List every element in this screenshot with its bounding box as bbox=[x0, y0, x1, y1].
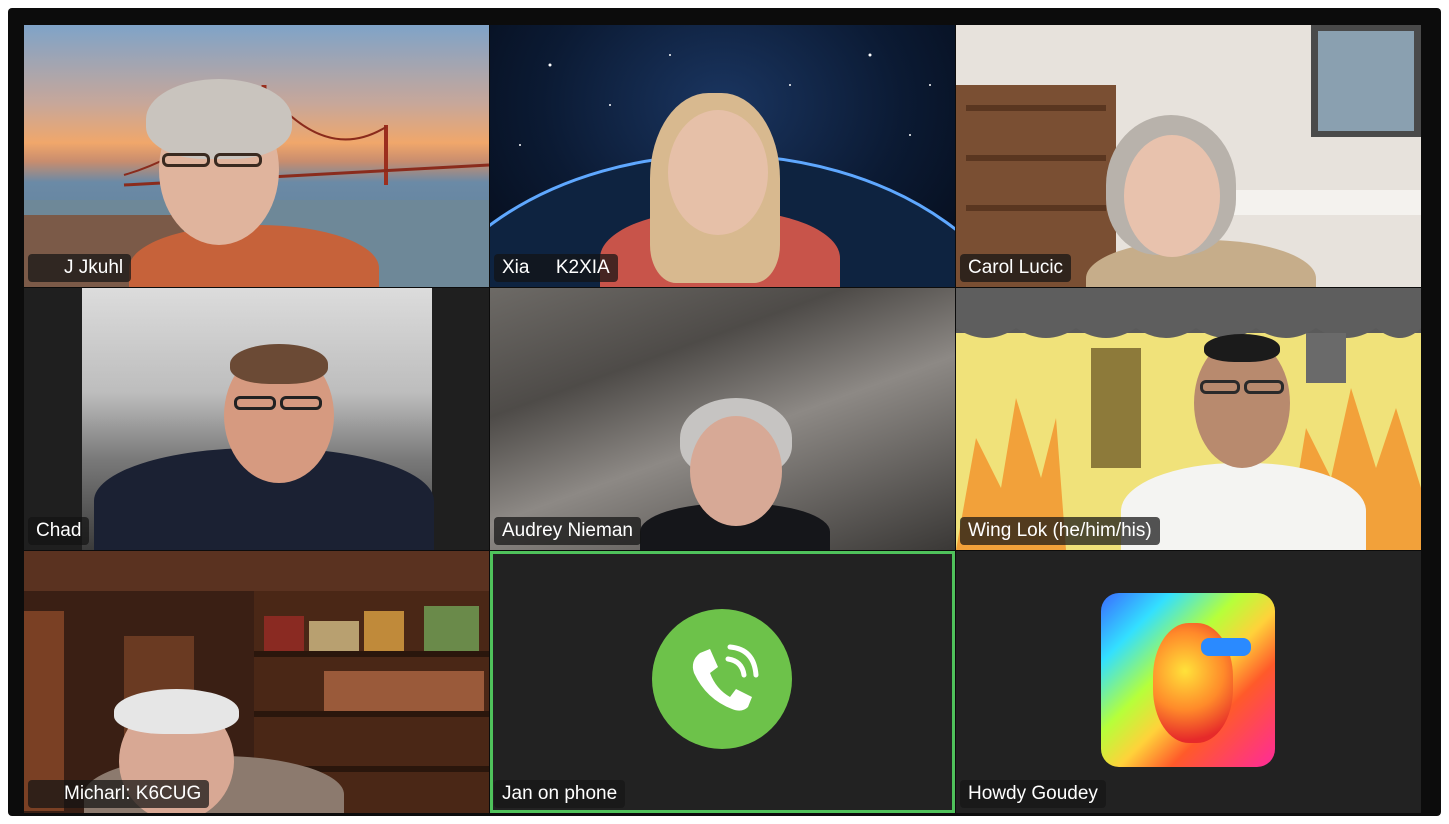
participant-name: Jan on phone bbox=[502, 783, 618, 804]
participant-name: Micharl: K6CUG bbox=[64, 783, 202, 804]
participant-nameplate: Carol Lucic bbox=[960, 254, 1072, 282]
participant-tile-chad[interactable]: Chad bbox=[24, 288, 489, 550]
participant-tile-micharl[interactable]: Micharl: K6CUG bbox=[24, 551, 489, 813]
thermal-portrait-avatar bbox=[1101, 593, 1275, 767]
participant-name: Howdy Goudey bbox=[968, 783, 1098, 804]
participant-nameplate: J Jkuhl bbox=[28, 254, 132, 282]
participant-nameplate: Micharl: K6CUG bbox=[28, 780, 210, 808]
participant-tile-jan-on-phone[interactable]: Jan on phone bbox=[490, 551, 955, 813]
participant-tile-wing-lok[interactable]: Wing Lok (he/him/his) bbox=[956, 288, 1421, 550]
video-gallery: J Jkuhl Xia K2XIA Carol Lucic Chad Audre… bbox=[24, 25, 1421, 813]
video-feed bbox=[956, 288, 1421, 550]
participant-name: J Jkuhl bbox=[64, 257, 124, 278]
video-feed bbox=[24, 288, 489, 550]
participant-name: Xia K2XIA bbox=[502, 257, 610, 278]
participant-tile-howdy-goudey[interactable]: Howdy Goudey bbox=[956, 551, 1421, 813]
video-feed bbox=[490, 288, 955, 550]
video-feed bbox=[24, 25, 489, 287]
participant-tile-xia[interactable]: Xia K2XIA bbox=[490, 25, 955, 287]
participant-nameplate: Audrey Nieman bbox=[494, 517, 641, 545]
participant-name: Chad bbox=[36, 520, 82, 541]
participant-nameplate: Xia K2XIA bbox=[494, 254, 618, 282]
participant-nameplate: Howdy Goudey bbox=[960, 780, 1106, 808]
participant-nameplate: Wing Lok (he/him/his) bbox=[960, 517, 1160, 545]
video-feed bbox=[956, 25, 1421, 287]
participant-tile-carol-lucic[interactable]: Carol Lucic bbox=[956, 25, 1421, 287]
participant-tile-j-jkuhl[interactable]: J Jkuhl bbox=[24, 25, 489, 287]
participant-name: Carol Lucic bbox=[968, 257, 1064, 278]
video-feed bbox=[490, 25, 955, 287]
participant-nameplate: Chad bbox=[28, 517, 90, 545]
participant-tile-audrey-nieman[interactable]: Audrey Nieman bbox=[490, 288, 955, 550]
participant-name: Wing Lok (he/him/his) bbox=[968, 520, 1152, 541]
phone-call-icon bbox=[652, 609, 792, 749]
video-feed bbox=[24, 551, 489, 813]
participant-name: Audrey Nieman bbox=[502, 520, 633, 541]
participant-nameplate: Jan on phone bbox=[494, 780, 626, 808]
microphone-muted-icon bbox=[36, 784, 56, 804]
microphone-muted-icon bbox=[36, 258, 56, 278]
